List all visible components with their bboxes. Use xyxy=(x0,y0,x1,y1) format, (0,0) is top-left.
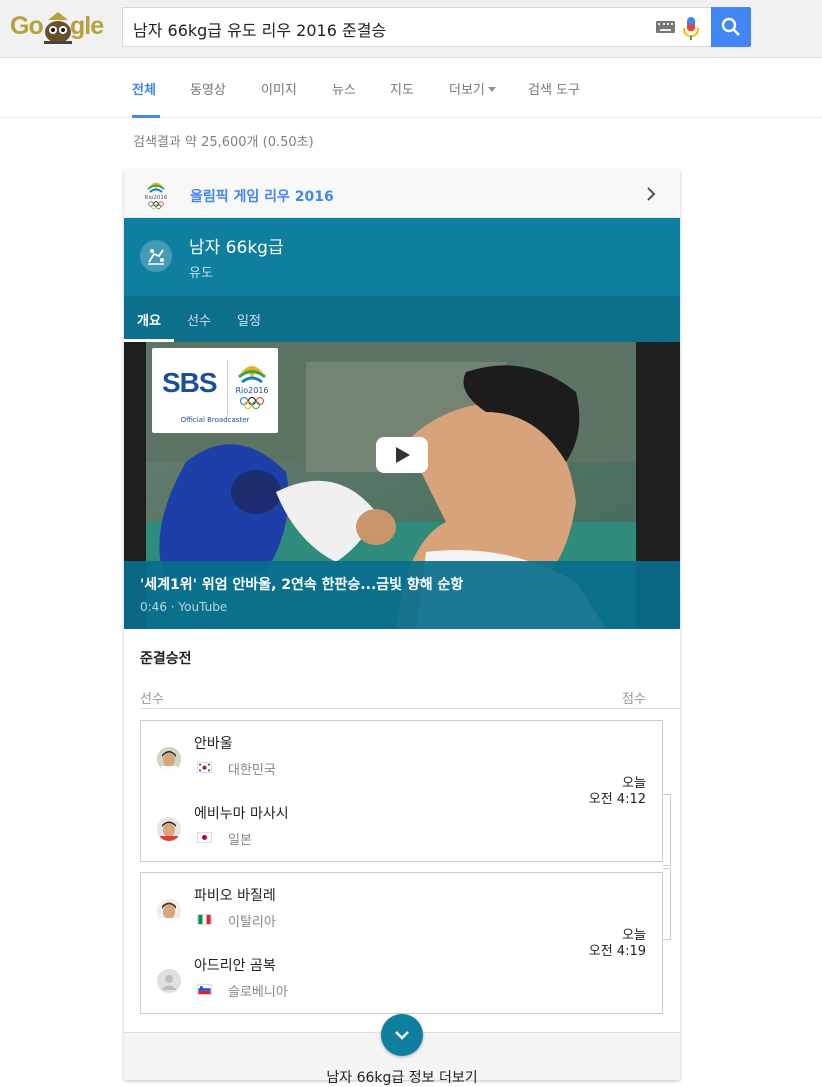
search-button[interactable] xyxy=(711,7,751,47)
player-name[interactable]: 에비누마 마사시 xyxy=(194,803,289,823)
tab-more[interactable]: 더보기 xyxy=(449,79,496,98)
video-meta: 0:46 · YouTube xyxy=(140,600,228,614)
microphone-icon[interactable] xyxy=(682,16,700,42)
caret-down-icon xyxy=(487,87,496,92)
match-time: 오늘 오전 4:12 xyxy=(589,776,646,808)
more-info-label[interactable]: 남자 66kg급 정보 더보기 xyxy=(124,1067,680,1087)
default-avatar-icon xyxy=(157,969,181,993)
result-stats: 검색결과 약 25,600개 (0.50초) xyxy=(133,135,314,150)
match-day: 오늘 xyxy=(622,776,646,791)
card-tabs: 개요 선수 일정 xyxy=(124,296,680,342)
video-title[interactable]: '세계1위' 위엄 안바울, 2연속 한판승...금빛 향해 순항 xyxy=(140,574,463,594)
tab-maps[interactable]: 지도 xyxy=(390,79,414,98)
tab-schedule[interactable]: 일정 xyxy=(237,310,261,329)
broadcaster-note: Official Broadcaster xyxy=(180,416,250,424)
search-query-text: 남자 66kg급 유도 리우 2016 준결승 xyxy=(133,21,387,40)
player-avatar xyxy=(157,747,181,771)
search-input[interactable]: 남자 66kg급 유도 리우 2016 준결승 xyxy=(122,7,711,47)
search-icon xyxy=(721,17,740,36)
tab-more-label: 더보기 xyxy=(449,83,485,98)
player-name[interactable]: 안바울 xyxy=(194,733,233,753)
column-score: 점수 xyxy=(622,692,646,707)
active-tab-indicator xyxy=(132,115,160,118)
player-name[interactable]: 파비오 바질레 xyxy=(194,885,276,905)
match-card[interactable]: 파비오 바질레 이탈리아 아드리안 곰복 슬로베니아 오늘 오전 4:19 xyxy=(140,872,663,1014)
search-tabs: 전체 동영상 이미지 뉴스 지도 더보기 검색 도구 xyxy=(0,58,822,118)
event-title: 남자 66kg급 xyxy=(189,238,284,258)
tab-athletes[interactable]: 선수 xyxy=(187,310,211,329)
olympics-header-link[interactable]: Rio2016 올림픽 게임 리우 2016 xyxy=(124,170,680,218)
player-country: 이탈리아 xyxy=(228,915,276,930)
japan-flag-icon xyxy=(197,832,212,843)
video-caption: '세계1위' 위엄 안바울, 2연속 한판승...금빛 향해 순항 0:46 ·… xyxy=(124,561,680,629)
expand-button[interactable] xyxy=(381,1014,423,1056)
sbs-broadcaster-logo: SBS Rio2016 Official Broadcaster xyxy=(152,348,278,433)
chevron-down-icon xyxy=(395,1031,409,1040)
match-card[interactable]: 안바울 대한민국 에비누마 마사시 일본 오늘 오전 4:12 xyxy=(140,720,663,862)
tab-images[interactable]: 이미지 xyxy=(261,79,297,98)
match-clock: 오전 4:12 xyxy=(588,792,646,807)
tab-search-tools[interactable]: 검색 도구 xyxy=(528,79,580,98)
svg-text:Rio2016: Rio2016 xyxy=(145,195,168,201)
slovenia-flag-icon xyxy=(197,984,212,995)
google-doodle-logo[interactable]: Go gle xyxy=(10,8,105,48)
column-player: 선수 xyxy=(140,692,164,707)
search-header: Go gle 남자 66kg급 유도 리우 2016 준결승 xyxy=(0,0,822,58)
player-country: 대한민국 xyxy=(228,763,276,778)
svg-text:Rio2016: Rio2016 xyxy=(235,386,268,395)
player-row: 안바울 대한민국 xyxy=(141,733,541,785)
match-time: 오늘 오전 4:19 xyxy=(589,928,646,960)
player-row: 아드리안 곰복 슬로베니아 xyxy=(141,955,541,1007)
sbs-logo-text: SBS xyxy=(162,367,218,398)
video-thumbnail[interactable]: SBS Rio2016 Official Broadcaster '세계1위' … xyxy=(124,342,680,629)
event-sport: 유도 xyxy=(189,266,213,281)
player-avatar xyxy=(157,899,181,923)
olympics-title: 올림픽 게임 리우 2016 xyxy=(190,189,334,205)
keyboard-icon[interactable] xyxy=(656,21,675,33)
play-button[interactable] xyxy=(376,437,428,473)
player-row: 에비누마 마사시 일본 xyxy=(141,803,541,855)
tab-videos[interactable]: 동영상 xyxy=(190,79,226,98)
chevron-right-icon xyxy=(647,187,656,201)
match-day: 오늘 xyxy=(622,928,646,943)
italy-flag-icon xyxy=(197,914,212,925)
tab-overview[interactable]: 개요 xyxy=(137,310,161,329)
rio2016-logo-icon: Rio2016 xyxy=(145,182,168,210)
event-header: 남자 66kg급 유도 xyxy=(124,218,680,296)
bracket-line xyxy=(663,794,671,866)
player-country: 일본 xyxy=(228,833,252,848)
judo-icon xyxy=(140,240,172,272)
rio2016-logo-icon: Rio2016 xyxy=(235,366,269,409)
tab-news[interactable]: 뉴스 xyxy=(332,79,356,98)
korea-flag-icon xyxy=(197,762,212,773)
olympics-event-card: Rio2016 올림픽 게임 리우 2016 남자 66kg급 유도 개요 선수… xyxy=(124,170,680,1086)
bracket-line xyxy=(663,868,671,940)
semifinal-title: 준결승전 xyxy=(140,651,192,667)
player-country: 슬로베니아 xyxy=(228,985,288,1000)
player-row: 파비오 바질레 이탈리아 xyxy=(141,885,541,937)
player-name[interactable]: 아드리안 곰복 xyxy=(194,955,276,975)
player-avatar xyxy=(157,817,181,841)
match-clock: 오전 4:19 xyxy=(588,944,646,959)
tab-all[interactable]: 전체 xyxy=(132,79,156,98)
